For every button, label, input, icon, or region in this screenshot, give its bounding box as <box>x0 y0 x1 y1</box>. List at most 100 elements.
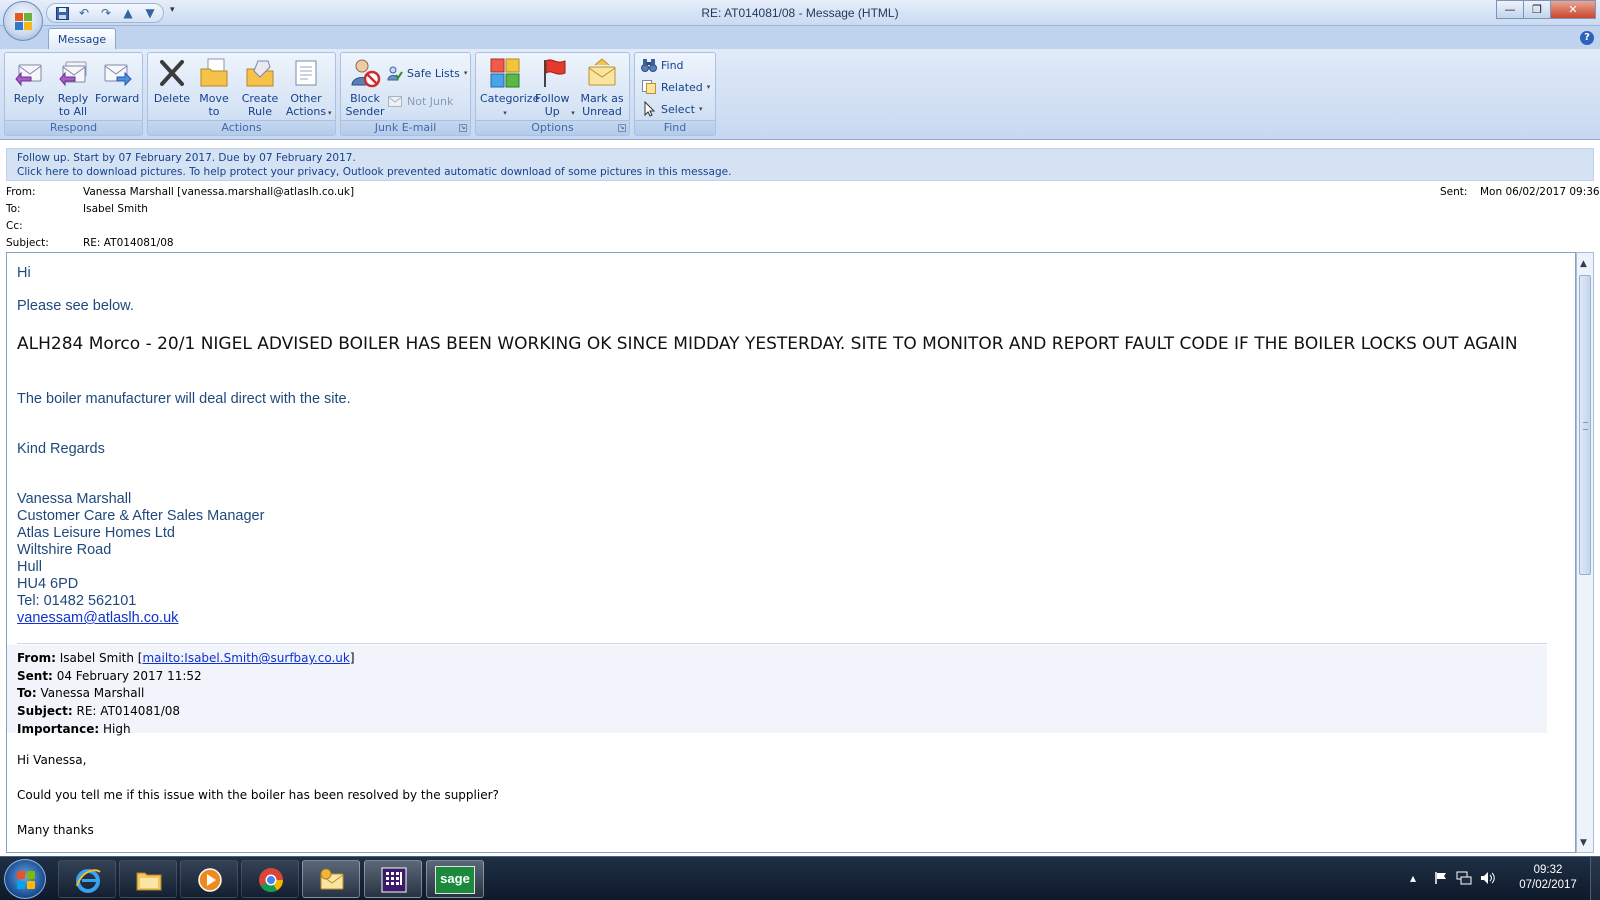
subject-value: RE: AT014081/08 <box>83 237 174 249</box>
categorize-button[interactable]: Categorize ▾ <box>480 57 540 121</box>
scroll-up-icon[interactable]: ▲ <box>1580 259 1587 269</box>
follow-up-button[interactable]: Follow Up ▾ <box>532 57 576 121</box>
create-rule-button[interactable]: Create Rule <box>238 57 282 121</box>
taskbar-calculator-app[interactable] <box>364 860 422 898</box>
mark-as-unread-button[interactable]: Mark as Unread <box>578 57 626 121</box>
minimize-button[interactable]: — <box>1496 0 1524 19</box>
start-button[interactable] <box>4 859 46 899</box>
from-value[interactable]: Vanessa Marshall [vanessa.marshall@atlas… <box>83 186 354 198</box>
show-hidden-icons-icon[interactable]: ▴ <box>1410 871 1416 885</box>
close-button[interactable]: ✕ <box>1550 0 1596 19</box>
calculator-app-icon <box>380 866 408 894</box>
taskbar-windows-explorer[interactable] <box>119 860 177 898</box>
taskbar: sage ▴ 09:32 07/02/2017 <box>0 856 1600 900</box>
group-junk-email: Block Sender Safe Lists ▾ Not Junk Junk … <box>340 52 471 136</box>
network-icon[interactable] <box>1456 871 1472 888</box>
related-button[interactable]: Related ▾ <box>641 77 710 97</box>
taskbar-outlook[interactable] <box>302 860 360 898</box>
quoted-greeting: Hi Vanessa, <box>17 753 87 767</box>
categorize-icon <box>489 57 521 89</box>
options-dialog-launcher-icon[interactable]: ↘ <box>618 124 626 132</box>
cursor-arrow-icon <box>641 100 657 117</box>
subject-label: Subject: <box>6 237 49 249</box>
message-body[interactable]: Hi Please see below. ALH284 Morco - 20/1… <box>6 252 1576 853</box>
taskbar-chrome[interactable] <box>241 860 299 898</box>
group-options: Categorize ▾ Follow Up ▾ Mark as Unread Op… <box>475 52 630 136</box>
taskbar-internet-explorer[interactable] <box>58 860 116 898</box>
clock-date: 07/02/2017 <box>1519 879 1577 891</box>
not-junk-label: Not Junk <box>407 94 454 108</box>
find-button[interactable]: Find <box>641 55 684 75</box>
safe-lists-button[interactable]: Safe Lists ▾ <box>387 63 467 83</box>
signature-email-link[interactable]: vanessam@atlaslh.co.uk <box>17 610 178 626</box>
restore-button[interactable]: ❐ <box>1523 0 1551 19</box>
follow-up-info: Follow up. Start by 07 February 2017. Du… <box>17 152 356 164</box>
download-pictures-info[interactable]: Click here to download pictures. To help… <box>17 165 1583 179</box>
move-to-folder-button[interactable]: Move to Folder▾ <box>192 57 240 131</box>
office-button[interactable] <box>3 1 43 41</box>
taskbar-media-player[interactable] <box>180 860 238 898</box>
group-label-junk-email: Junk E-mail <box>341 120 470 135</box>
select-dropdown-icon: ▾ <box>698 105 703 113</box>
manufacturer-note: The boiler manufacturer will deal direct… <box>17 391 351 407</box>
block-sender-button[interactable]: Block Sender <box>343 57 387 121</box>
regards-text: Kind Regards <box>17 441 105 457</box>
window-title: RE: AT014081/08 - Message (HTML) <box>701 6 899 20</box>
quote-divider <box>17 643 1547 644</box>
block-sender-icon <box>349 57 381 89</box>
categorize-label: Categorize ▾ <box>480 92 540 117</box>
to-value[interactable]: Isabel Smith <box>83 203 148 215</box>
office-logo-icon <box>15 13 33 31</box>
quoted-header: From: Isabel Smith [mailto:Isabel.Smith@… <box>7 645 1547 736</box>
help-icon[interactable]: ? <box>1580 31 1594 45</box>
group-find: Find Related ▾ Select ▾ Find <box>634 52 716 136</box>
reply-label: Reply <box>13 92 45 105</box>
scroll-down-icon[interactable]: ▼ <box>1580 838 1587 848</box>
junk-email-dialog-launcher-icon[interactable]: ↘ <box>459 124 467 132</box>
related-dropdown-icon: ▾ <box>706 83 711 91</box>
reply-all-label: Reply to All <box>57 92 89 118</box>
quoted-question: Could you tell me if this issue with the… <box>17 788 499 802</box>
ribbon-tab-row: Message ? <box>0 26 1600 50</box>
quoted-mailto-link[interactable]: mailto:Isabel.Smith@surfbay.co.uk <box>142 651 349 665</box>
delete-button[interactable]: Delete <box>150 57 194 121</box>
intro-text: Please see below. <box>17 298 134 314</box>
scrollbar-thumb[interactable] <box>1579 275 1591 575</box>
info-bar[interactable]: Follow up. Start by 07 February 2017. Du… <box>6 148 1594 181</box>
move-to-folder-icon <box>198 57 230 89</box>
outlook-icon <box>318 866 346 894</box>
related-icon <box>641 79 657 95</box>
other-actions-button[interactable]: Other Actions ▾ <box>284 57 332 121</box>
other-actions-label: Other Actions ▾ <box>285 92 332 118</box>
group-label-find: Find <box>635 120 715 135</box>
forward-icon <box>101 57 133 89</box>
select-button[interactable]: Select ▾ <box>641 99 702 119</box>
greeting: Hi <box>17 265 31 281</box>
safe-lists-label: Safe Lists <box>407 66 460 80</box>
forward-button[interactable]: Forward <box>95 57 139 121</box>
media-player-icon <box>196 866 224 894</box>
group-label-options: Options <box>476 120 629 135</box>
vertical-scrollbar[interactable]: ▲ ▼ <box>1576 252 1594 853</box>
forward-label: Forward <box>95 92 140 105</box>
clock[interactable]: 09:32 07/02/2017 <box>1508 863 1588 893</box>
related-label: Related <box>661 80 703 94</box>
follow-up-label: Follow Up ▾ <box>534 92 575 118</box>
delete-icon <box>156 57 188 89</box>
quoted-thanks: Many thanks <box>17 823 94 837</box>
follow-up-flag-icon <box>538 57 570 89</box>
taskbar-sage[interactable]: sage <box>426 860 484 898</box>
tab-message[interactable]: Message <box>48 28 116 50</box>
sent-label: Sent: <box>1440 186 1468 198</box>
volume-icon[interactable] <box>1480 871 1496 888</box>
create-rule-icon <box>244 57 276 89</box>
reply-button[interactable]: Reply <box>7 57 51 121</box>
cc-label: Cc: <box>6 220 23 232</box>
action-center-flag-icon[interactable] <box>1434 871 1448 888</box>
not-junk-icon <box>387 93 403 109</box>
group-label-actions: Actions <box>148 120 335 135</box>
show-desktop-button[interactable] <box>1590 857 1600 900</box>
sage-label: sage <box>435 866 475 894</box>
mark-as-unread-label: Mark as Unread <box>580 92 624 118</box>
reply-all-button[interactable]: Reply to All <box>51 57 95 121</box>
